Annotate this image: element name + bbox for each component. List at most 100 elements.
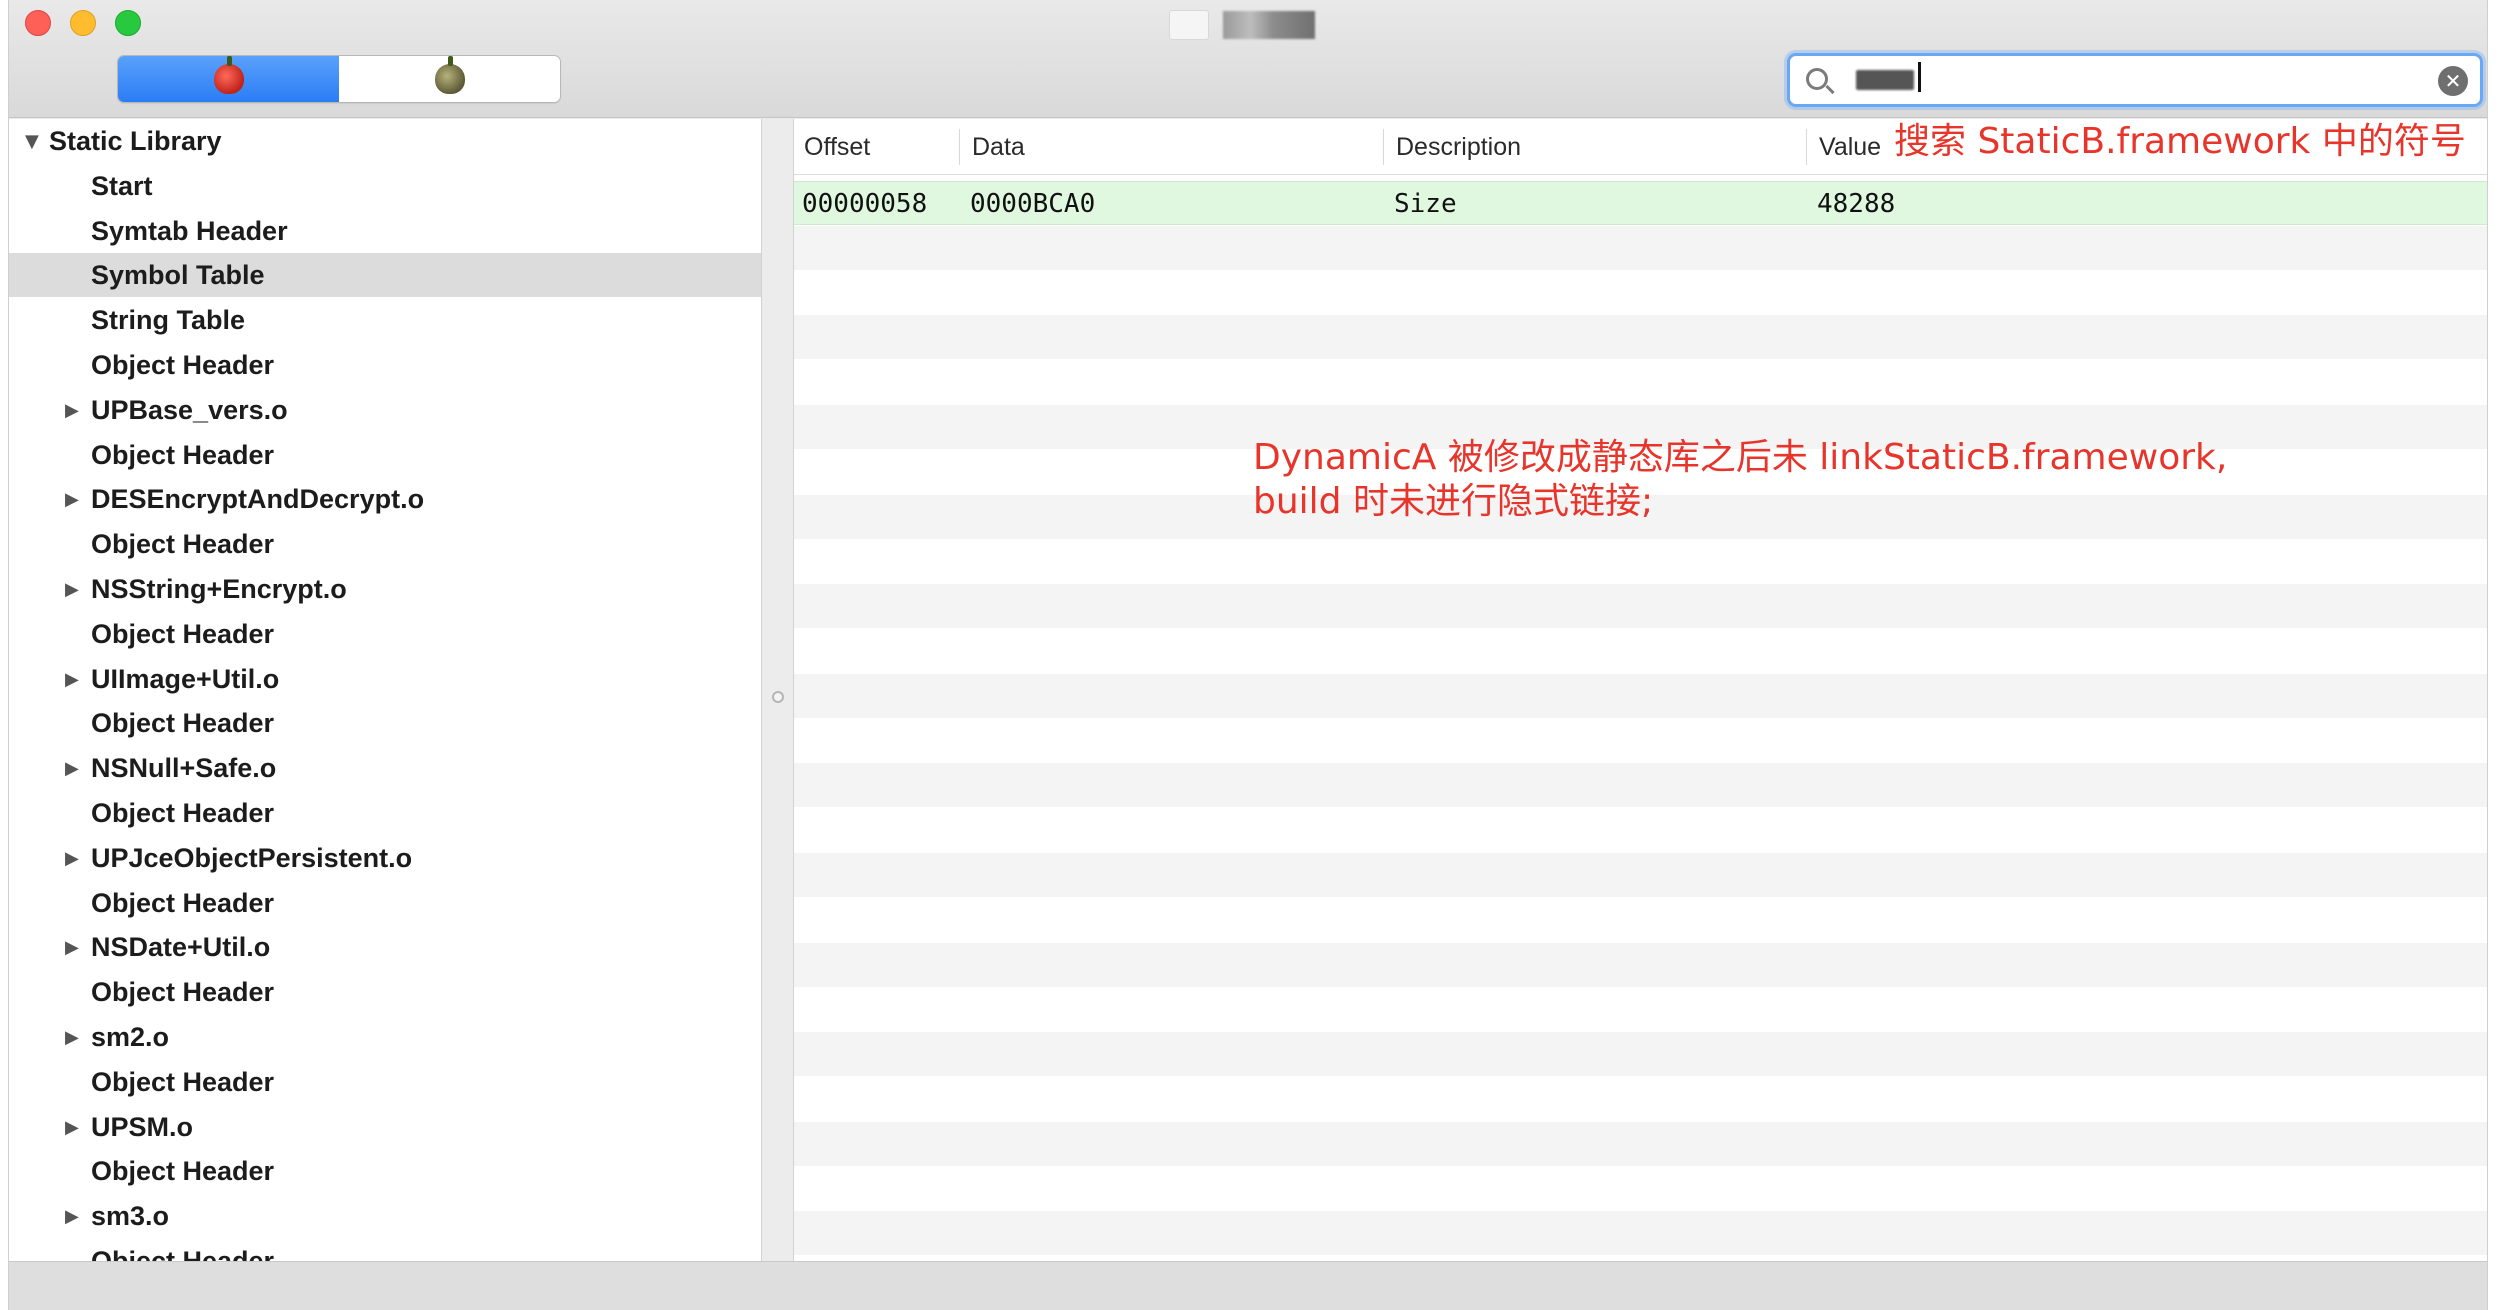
tree-item-label: Object Header: [91, 528, 275, 559]
tree-item[interactable]: Object Header: [9, 1149, 761, 1193]
document-icon: [1169, 10, 1209, 40]
tree-item-object-file[interactable]: ▶ NSString+Encrypt.o: [9, 567, 761, 611]
tree-item-label: NSString+Encrypt.o: [91, 573, 347, 604]
tree-item-label: Object Header: [91, 797, 275, 828]
tree-item[interactable]: Object Header: [9, 701, 761, 745]
disclosure-triangle-right-icon[interactable]: ▶: [65, 937, 79, 958]
disclosure-triangle-right-icon[interactable]: ▶: [65, 669, 79, 690]
tree-item-object-file[interactable]: ▶ UPBase_vers.o: [9, 388, 761, 432]
tree-item[interactable]: Object Header: [9, 791, 761, 835]
tree-item-object-file[interactable]: ▶ NSNull+Safe.o: [9, 746, 761, 790]
red-apple-icon: [213, 56, 244, 94]
tree-item[interactable]: String Table: [9, 298, 761, 342]
column-separator[interactable]: [959, 129, 960, 165]
tree-item-object-file[interactable]: ▶ NSDate+Util.o: [9, 925, 761, 969]
tree-item-object-file[interactable]: ▶ sm2.o: [9, 1015, 761, 1059]
tree-item-object-file[interactable]: ▶ sm3.o: [9, 1194, 761, 1238]
tree-item[interactable]: Symtab Header: [9, 209, 761, 253]
tree-item-label: DESEncryptAndDecrypt.o: [91, 483, 425, 514]
clear-search-icon[interactable]: ✕: [2438, 66, 2468, 96]
tree-item-label: Object Header: [91, 1066, 275, 1097]
tree-item-label: NSNull+Safe.o: [91, 752, 277, 783]
tree-item-label: UPSM.o: [91, 1111, 194, 1142]
tree-root[interactable]: ▼ Static Library: [9, 119, 761, 163]
redacted-title: [1223, 11, 1315, 39]
cell-data: 0000BCA0: [970, 189, 1096, 219]
disclosure-triangle-right-icon[interactable]: ▶: [65, 489, 79, 510]
tree-item-object-file[interactable]: ▶ UPSM.o: [9, 1105, 761, 1149]
empty-table-row: [794, 1032, 2487, 1076]
disclosure-triangle-right-icon[interactable]: ▶: [65, 1206, 79, 1227]
tree-item-label: Object Header: [91, 1245, 275, 1262]
cell-value: 48288: [1817, 189, 1896, 219]
divider-handle-icon[interactable]: [772, 691, 784, 703]
sidebar-tree[interactable]: ▼ Static Library Start Symtab Header Symbo…: [9, 119, 762, 1261]
search-input[interactable]: [1846, 64, 2406, 98]
tree-item-object-file[interactable]: ▶ DESEncryptAndDecrypt.o: [9, 477, 761, 521]
empty-table-row: [794, 719, 2487, 763]
empty-table-row: [794, 1211, 2487, 1255]
tree-item[interactable]: Object Header: [9, 612, 761, 656]
tree-root-label: Static Library: [49, 125, 222, 156]
empty-table-row: [794, 898, 2487, 942]
tree-item-label: Object Header: [91, 976, 275, 1007]
tree-item-label: Object Header: [91, 439, 275, 470]
search-field[interactable]: ✕: [1787, 53, 2483, 107]
empty-table-row: [794, 315, 2487, 359]
tree-item[interactable]: Start: [9, 164, 761, 208]
column-separator[interactable]: [1806, 129, 1807, 165]
disclosure-triangle-right-icon[interactable]: ▶: [65, 848, 79, 869]
disclosure-triangle-right-icon[interactable]: ▶: [65, 1027, 79, 1048]
tree-item[interactable]: Object Header: [9, 881, 761, 925]
empty-table-row: [794, 763, 2487, 807]
tree-item[interactable]: Object Header: [9, 1060, 761, 1104]
tree-item-label: String Table: [91, 304, 246, 335]
minimize-window-button[interactable]: [70, 10, 96, 36]
tree-item[interactable]: Object Header: [9, 433, 761, 477]
app-window: ✕ ▼ Static Library Start Symtab Header Sym…: [8, 0, 2488, 1310]
tree-item[interactable]: Symbol Table: [9, 253, 761, 297]
toolbar: ✕: [9, 0, 2487, 118]
segment-red-apple[interactable]: [118, 56, 339, 102]
disclosure-triangle-right-icon[interactable]: ▶: [65, 1117, 79, 1138]
zoom-window-button[interactable]: [115, 10, 141, 36]
empty-table-row: [794, 674, 2487, 718]
tree-item[interactable]: Object Header: [9, 1239, 761, 1262]
tree-item[interactable]: Object Header: [9, 522, 761, 566]
view-mode-segmented-control[interactable]: [117, 55, 561, 103]
tree-item-object-file[interactable]: ▶ UPJceObjectPersistent.o: [9, 836, 761, 880]
tree-item-label: Object Header: [91, 887, 275, 918]
window-title: [1169, 10, 1315, 40]
empty-table-row: [794, 853, 2487, 897]
tree-item-object-file[interactable]: ▶ UIImage+Util.o: [9, 657, 761, 701]
column-header-offset[interactable]: Offset: [794, 119, 956, 175]
symbol-table[interactable]: Offset Data Description Value 00000058 00…: [793, 119, 2487, 1261]
empty-table-row: [794, 629, 2487, 673]
empty-table-row: [794, 584, 2487, 628]
column-header-description[interactable]: Description: [1386, 119, 1804, 175]
annotation-search-note: 搜索 StaticB.framework 中的符号: [1894, 121, 2466, 162]
column-separator[interactable]: [1383, 129, 1384, 165]
search-icon: [1806, 68, 1828, 90]
tree-item[interactable]: Object Header: [9, 970, 761, 1014]
tree-item[interactable]: Object Header: [9, 343, 761, 387]
tree-item-label: UIImage+Util.o: [91, 663, 280, 694]
empty-table-row: [794, 987, 2487, 1031]
annotation-main-line1: DynamicA 被修改成静态库之后未 linkStaticB.framewor…: [1253, 437, 2228, 478]
split-view-divider[interactable]: [763, 119, 793, 1261]
disclosure-triangle-down-icon[interactable]: ▼: [25, 131, 39, 152]
segment-green-apple[interactable]: [339, 56, 560, 102]
empty-table-row: [794, 271, 2487, 315]
annotation-main-line2: build 时未进行隐式链接;: [1253, 481, 1654, 522]
disclosure-triangle-right-icon[interactable]: ▶: [65, 758, 79, 779]
disclosure-triangle-right-icon[interactable]: ▶: [65, 400, 79, 421]
table-row[interactable]: 00000058 0000BCA0 Size 48288: [794, 181, 2487, 225]
empty-table-row: [794, 943, 2487, 987]
column-header-data[interactable]: Data: [962, 119, 1382, 175]
disclosure-triangle-right-icon[interactable]: ▶: [65, 579, 79, 600]
close-window-button[interactable]: [25, 10, 51, 36]
tree-item-label: Object Header: [91, 1155, 275, 1186]
tree-item-label: UPJceObjectPersistent.o: [91, 842, 413, 873]
annotation-main-note: DynamicA 被修改成静态库之后未 linkStaticB.framewor…: [1253, 436, 2227, 524]
empty-table-row: [794, 226, 2487, 270]
